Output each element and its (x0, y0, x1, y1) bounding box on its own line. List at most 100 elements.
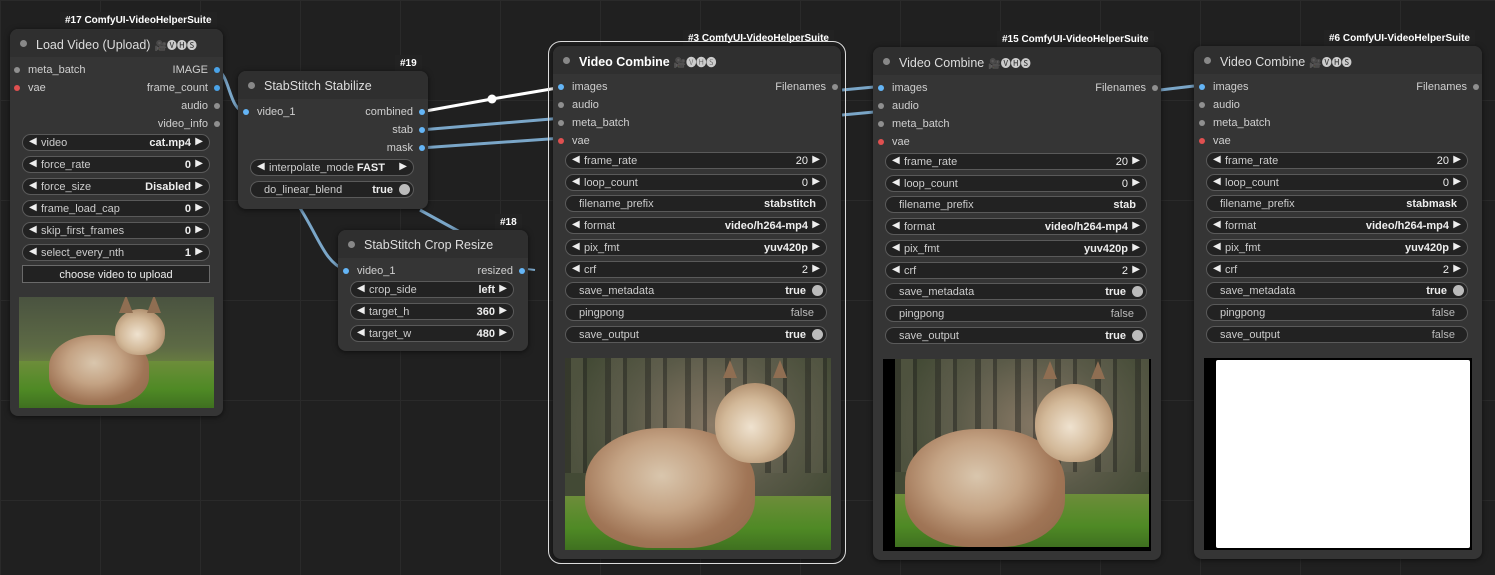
toggle-pingpong[interactable]: pingpong false (885, 305, 1147, 322)
port-dot-icon[interactable] (1199, 138, 1205, 144)
arrow-left-icon[interactable]: ◀ (257, 161, 265, 172)
widget-pix-fmt[interactable]: ◀ pix_fmt yuv420p ▶ (885, 240, 1147, 257)
port-dot-icon[interactable] (878, 85, 884, 91)
arrow-right-icon[interactable]: ▶ (812, 219, 820, 230)
toggle-save-metadata[interactable]: save_metadata true (565, 282, 827, 299)
widget-filename-prefix[interactable]: filename_prefix stab (885, 196, 1147, 213)
widget-filename-prefix[interactable]: filename_prefix stabmask (1206, 195, 1468, 212)
port-dot-icon[interactable] (419, 127, 425, 133)
port-dot-icon[interactable] (214, 67, 220, 73)
arrow-left-icon[interactable]: ◀ (572, 263, 580, 274)
port-dot-icon[interactable] (878, 103, 884, 109)
stabstitch-crop-resize-node[interactable]: StabStitch Crop Resize video_1 resized ◀… (338, 230, 528, 351)
port-dot-icon[interactable] (214, 121, 220, 127)
input-meta-batch[interactable]: meta_batch (558, 116, 629, 130)
arrow-left-icon[interactable]: ◀ (572, 219, 580, 230)
video-combine-node-6[interactable]: Video Combine 🎥🅥🅗🅢 images audio meta_batc… (1194, 46, 1482, 559)
toggle-save-metadata[interactable]: save_metadata true (1206, 282, 1468, 299)
arrow-left-icon[interactable]: ◀ (892, 155, 900, 166)
node-title-bar[interactable]: Video Combine 🎥🅥🅗🅢 (873, 47, 1161, 75)
collapse-dot-icon[interactable] (883, 58, 890, 65)
arrow-right-icon[interactable]: ▶ (195, 180, 203, 191)
output-video-info[interactable]: video_info (158, 117, 220, 131)
input-vae[interactable]: vae (1199, 134, 1231, 148)
arrow-left-icon[interactable]: ◀ (29, 246, 37, 257)
widget-crf[interactable]: ◀ crf 2 ▶ (885, 262, 1147, 279)
port-dot-icon[interactable] (1199, 102, 1205, 108)
collapse-dot-icon[interactable] (348, 241, 355, 248)
output-resized[interactable]: resized (478, 264, 525, 278)
toggle-save-output[interactable]: save_output true (885, 327, 1147, 344)
arrow-left-icon[interactable]: ◀ (29, 202, 37, 213)
arrow-right-icon[interactable]: ▶ (195, 158, 203, 169)
widget-crf[interactable]: ◀ crf 2 ▶ (1206, 261, 1468, 278)
widget-loop-count[interactable]: ◀ loop_count 0 ▶ (1206, 174, 1468, 191)
arrow-right-icon[interactable]: ▶ (499, 327, 507, 338)
toggle-knob-icon[interactable] (1453, 285, 1464, 296)
arrow-left-icon[interactable]: ◀ (572, 154, 580, 165)
port-dot-icon[interactable] (1473, 84, 1479, 90)
toggle-knob-icon[interactable] (1132, 286, 1143, 297)
arrow-right-icon[interactable]: ▶ (1132, 220, 1140, 231)
input-vae[interactable]: vae (14, 81, 46, 95)
port-dot-icon[interactable] (1152, 85, 1158, 91)
output-stab[interactable]: stab (392, 123, 425, 137)
port-dot-icon[interactable] (214, 103, 220, 109)
input-audio[interactable]: audio (878, 99, 919, 113)
toggle-save-output[interactable]: save_output true (565, 326, 827, 343)
input-video-1[interactable]: video_1 (243, 105, 296, 119)
widget-format[interactable]: ◀ format video/h264-mp4 ▶ (565, 217, 827, 234)
input-meta-batch[interactable]: meta_batch (14, 63, 85, 77)
output-filenames[interactable]: Filenames (775, 80, 838, 94)
toggle-do-linear-blend[interactable]: do_linear_blend true (250, 181, 414, 198)
widget-format[interactable]: ◀ format video/h264-mp4 ▶ (885, 218, 1147, 235)
input-images[interactable]: images (878, 81, 927, 95)
arrow-right-icon[interactable]: ▶ (812, 263, 820, 274)
arrow-right-icon[interactable]: ▶ (812, 154, 820, 165)
arrow-right-icon[interactable]: ▶ (195, 136, 203, 147)
video-combine-node-15[interactable]: Video Combine 🎥🅥🅗🅢 images audio meta_batc… (873, 47, 1161, 560)
collapse-dot-icon[interactable] (20, 40, 27, 47)
arrow-left-icon[interactable]: ◀ (572, 176, 580, 187)
arrow-right-icon[interactable]: ▶ (812, 176, 820, 187)
arrow-left-icon[interactable]: ◀ (29, 136, 37, 147)
port-dot-icon[interactable] (558, 120, 564, 126)
widget-interpolate-mode[interactable]: ◀ interpolate_mode FAST ▶ (250, 159, 414, 176)
input-meta-batch[interactable]: meta_batch (1199, 116, 1270, 130)
load-video-node[interactable]: Load Video (Upload) 🎥🅥🅗🅢 meta_batch vae I… (10, 29, 223, 416)
arrow-left-icon[interactable]: ◀ (892, 177, 900, 188)
widget-loop-count[interactable]: ◀ loop_count 0 ▶ (885, 175, 1147, 192)
toggle-knob-icon[interactable] (812, 329, 823, 340)
widget-skip-first-frames[interactable]: ◀ skip_first_frames 0 ▶ (22, 222, 210, 239)
output-combined[interactable]: combined (365, 105, 425, 119)
output-audio[interactable]: audio (181, 99, 220, 113)
stabstitch-stabilize-node[interactable]: StabStitch Stabilize video_1 combined st… (238, 71, 428, 209)
input-meta-batch[interactable]: meta_batch (878, 117, 949, 131)
arrow-right-icon[interactable]: ▶ (399, 161, 407, 172)
collapse-dot-icon[interactable] (1204, 57, 1211, 64)
widget-frame-load-cap[interactable]: ◀ frame_load_cap 0 ▶ (22, 200, 210, 217)
arrow-left-icon[interactable]: ◀ (572, 241, 580, 252)
collapse-dot-icon[interactable] (248, 82, 255, 89)
arrow-right-icon[interactable]: ▶ (195, 224, 203, 235)
arrow-left-icon[interactable]: ◀ (357, 305, 365, 316)
port-dot-icon[interactable] (558, 102, 564, 108)
collapse-dot-icon[interactable] (563, 57, 570, 64)
port-dot-icon[interactable] (419, 109, 425, 115)
arrow-right-icon[interactable]: ▶ (499, 305, 507, 316)
node-title-bar[interactable]: StabStitch Crop Resize (338, 230, 528, 258)
arrow-left-icon[interactable]: ◀ (357, 283, 365, 294)
node-title-bar[interactable]: StabStitch Stabilize (238, 71, 428, 99)
arrow-right-icon[interactable]: ▶ (1453, 219, 1461, 230)
output-mask[interactable]: mask (387, 141, 425, 155)
widget-force-rate[interactable]: ◀ force_rate 0 ▶ (22, 156, 210, 173)
toggle-knob-icon[interactable] (1132, 330, 1143, 341)
widget-crop-side[interactable]: ◀ crop_side left ▶ (350, 281, 514, 298)
toggle-knob-icon[interactable] (812, 285, 823, 296)
port-dot-icon[interactable] (419, 145, 425, 151)
widget-crf[interactable]: ◀ crf 2 ▶ (565, 261, 827, 278)
widget-video[interactable]: ◀ video cat.mp4 ▶ (22, 134, 210, 151)
widget-frame-rate[interactable]: ◀ frame_rate 20 ▶ (1206, 152, 1468, 169)
arrow-left-icon[interactable]: ◀ (29, 158, 37, 169)
arrow-left-icon[interactable]: ◀ (29, 180, 37, 191)
